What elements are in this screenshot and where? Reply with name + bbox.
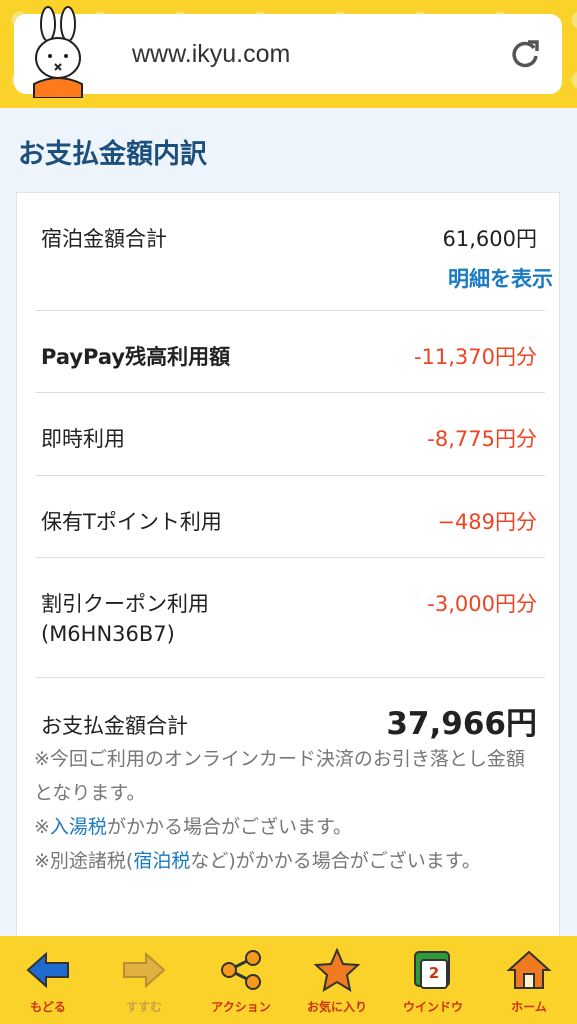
coupon-row: 割引クーポン利用 (M6HN36B7) -3,000円分 <box>35 558 545 678</box>
accommodation-label: 宿泊金額合計 <box>41 227 167 251</box>
reload-icon[interactable] <box>508 38 542 72</box>
note-card-payment: ※今回ご利用のオンラインカード決済のお引き落とし金額となります。 <box>34 748 525 804</box>
action-button[interactable]: アクション <box>193 936 289 1024</box>
show-details-link[interactable]: 明細を表示 <box>448 263 553 293</box>
paypay-value: -11,370円分 <box>413 345 537 369</box>
window-button[interactable]: 2 ウインドウ <box>385 936 481 1024</box>
paypay-label: PayPay残高利用額 <box>41 345 231 369</box>
instant-use-value: -8,775円分 <box>427 427 537 451</box>
url-text: www.ikyu.com <box>132 40 291 68</box>
accommodation-tax-link[interactable]: 宿泊税 <box>133 850 190 872</box>
bottom-toolbar: もどる すすむ アクション お気に入り 2 ウインドウ ホーム <box>0 936 577 1024</box>
tpoint-label: 保有Tポイント利用 <box>41 510 222 534</box>
coupon-code: (M6HN36B7) <box>41 622 175 646</box>
instant-use-label: 即時利用 <box>41 427 125 451</box>
accommodation-value: 61,600円 <box>442 227 537 251</box>
favorites-button[interactable]: お気に入り <box>289 936 385 1024</box>
note-bathing-tax: ※入湯税がかかる場合がございます。 <box>34 816 353 838</box>
tpoint-value: −489円分 <box>437 510 537 534</box>
home-icon <box>506 950 552 989</box>
browser-top-bar: www.ikyu.com <box>0 0 577 108</box>
forward-arrow-icon <box>123 951 166 989</box>
paypay-row: PayPay残高利用額 -11,370円分 <box>35 311 545 393</box>
forward-button[interactable]: すすむ <box>96 936 192 1024</box>
window-count: 2 <box>428 964 440 982</box>
share-icon <box>221 950 261 990</box>
total-value: 37,966円 <box>386 706 537 742</box>
home-button[interactable]: ホーム <box>481 936 577 1024</box>
miffy-logo <box>33 6 83 98</box>
accommodation-row: 宿泊金額合計 61,600円 明細を表示 <box>35 193 553 311</box>
total-label: お支払金額合計 <box>41 714 188 738</box>
back-button[interactable]: もどる <box>0 936 96 1024</box>
coupon-label: 割引クーポン利用 <box>41 592 209 616</box>
page-title: お支払金額内訳 <box>18 139 207 170</box>
star-icon <box>313 948 361 992</box>
coupon-value: -3,000円分 <box>427 592 537 616</box>
instant-use-row: 即時利用 -8,775円分 <box>35 393 545 476</box>
tpoint-row: 保有Tポイント利用 −489円分 <box>35 476 545 558</box>
back-arrow-icon <box>26 951 69 989</box>
note-other-taxes: ※別途諸税(宿泊税など)がかかる場合がございます。 <box>34 850 481 872</box>
bathing-tax-link[interactable]: 入湯税 <box>50 816 107 838</box>
